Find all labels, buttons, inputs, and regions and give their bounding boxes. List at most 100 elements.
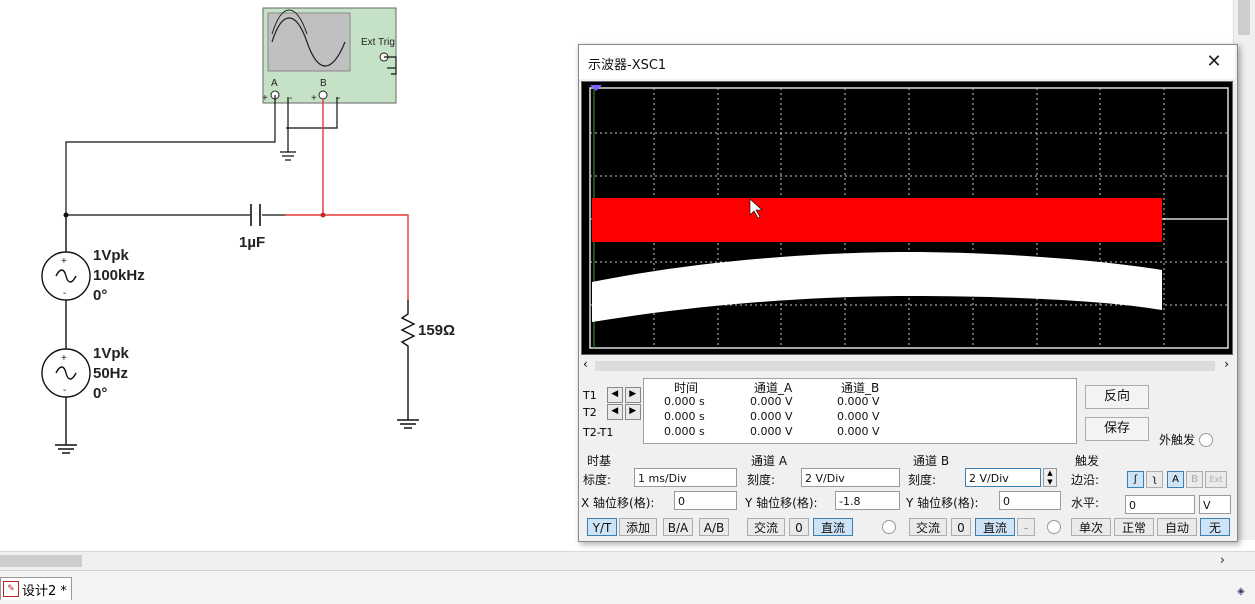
channel-a-ac-button[interactable]: 交流 — [747, 518, 785, 536]
trigger-title: 触发 — [1075, 454, 1100, 468]
channel-a-y-position-field[interactable]: -1.8 — [835, 491, 900, 510]
scope-scroll-thumb[interactable] — [595, 361, 1215, 371]
close-icon[interactable]: ✕ — [1203, 51, 1225, 73]
source1-amplitude: 1Vpk — [93, 247, 130, 264]
channel-b-scale-spinner[interactable]: ▲ ▼ — [1043, 468, 1057, 487]
source2-frequency: 50Hz — [93, 365, 128, 382]
window-title: 示波器-XSC1 — [588, 58, 667, 73]
channel-b-scale-label: 刻度: — [908, 473, 937, 487]
falling-edge-button[interactable]: ʅ — [1146, 471, 1163, 488]
x-position-field[interactable]: 0 — [674, 491, 737, 510]
timebase-scale-label: 标度: — [583, 473, 612, 487]
trigger-source-ext-button[interactable]: Ext — [1205, 471, 1227, 488]
channel-b-indicator-radio[interactable] — [1047, 520, 1061, 534]
design-tab-bar: ✎ 设计2 * ◈ — [0, 570, 1255, 604]
oscilloscope-symbol[interactable]: Ext Trig A B + - + - — [262, 7, 397, 104]
t2-left-arrow-icon[interactable]: ◀ — [606, 404, 623, 420]
t2-t1-channel-a: 0.000 V — [750, 425, 793, 438]
t1-channel-a: 0.000 V — [750, 395, 793, 408]
normal-trigger-button[interactable]: 正常 — [1114, 518, 1154, 536]
scope-graticule — [589, 85, 1229, 349]
scope-display[interactable] — [581, 81, 1233, 355]
channel-b-y-position-label: Y 轴位移(格): — [906, 496, 979, 510]
svg-text:-: - — [63, 385, 66, 396]
trigger-level-field[interactable]: 0 — [1125, 495, 1195, 514]
t2-label: T2 — [583, 405, 597, 419]
ac-source-50hz[interactable] — [41, 348, 91, 454]
svg-text:+: + — [61, 353, 67, 364]
resistor-label: 159Ω — [418, 322, 455, 339]
channel-b-dc-button[interactable]: 直流 — [975, 518, 1015, 536]
reverse-button[interactable]: 反向 — [1085, 385, 1149, 409]
resistor[interactable] — [397, 300, 419, 429]
external-trigger-label: 外触发 — [1159, 433, 1196, 447]
ab-mode-button[interactable]: A/B — [699, 518, 729, 536]
scroll-left-icon[interactable]: ‹ — [583, 357, 588, 371]
canvas-horizontal-scrollbar[interactable]: › — [0, 551, 1255, 570]
x-position-label: X 轴位移(格): — [581, 496, 655, 510]
design-tab[interactable]: ✎ 设计2 * — [0, 577, 72, 600]
external-trigger-radio[interactable] — [1199, 432, 1214, 447]
channel-a-title: 通道 A — [751, 454, 788, 468]
ac-source-100khz[interactable] — [41, 215, 91, 349]
scope-horizontal-scrollbar[interactable]: ‹ › — [581, 357, 1231, 374]
t2-channel-a: 0.000 V — [750, 410, 793, 423]
channel-b-y-position-field[interactable]: 0 — [999, 491, 1061, 510]
channel-a-indicator-radio[interactable] — [882, 520, 896, 534]
channel-b-invert-button[interactable]: - — [1017, 518, 1035, 536]
t2-channel-b: 0.000 V — [837, 410, 880, 423]
external-trigger-option[interactable]: 外触发 — [1159, 431, 1214, 448]
svg-text:-: - — [289, 93, 292, 104]
horizontal-scroll-thumb[interactable] — [0, 555, 82, 567]
auto-trigger-button[interactable]: 自动 — [1157, 518, 1197, 536]
channel-a-trace — [592, 198, 1162, 242]
save-button[interactable]: 保存 — [1085, 417, 1149, 441]
trigger-source-b-button[interactable]: B — [1186, 471, 1203, 488]
rising-edge-button[interactable]: ʃ — [1127, 471, 1144, 488]
trigger-level-label: 水平: — [1071, 496, 1100, 510]
svg-text:+: + — [262, 93, 268, 104]
channel-a-header: 通道_A — [754, 381, 793, 395]
t1-time: 0.000 s — [664, 395, 705, 408]
t2-t1-channel-b: 0.000 V — [837, 425, 880, 438]
oscilloscope-titlebar[interactable]: 示波器-XSC1 ✕ — [579, 45, 1235, 79]
channel-a-zero-button[interactable]: 0 — [789, 518, 809, 536]
oscilloscope-window[interactable]: 示波器-XSC1 ✕ ‹ › T1 ◀ ▶ T2 ◀ ▶ T2-T1 时间 通道… — [578, 44, 1238, 542]
timebase-scale-field[interactable]: 1 ms/Div — [634, 468, 737, 487]
channel-b-zero-button[interactable]: 0 — [951, 518, 971, 536]
source1-frequency: 100kHz — [93, 267, 145, 284]
t1-left-arrow-icon[interactable]: ◀ — [606, 387, 623, 403]
add-mode-button[interactable]: 添加 — [619, 518, 657, 536]
time-header: 时间 — [674, 381, 699, 395]
yt-mode-button[interactable]: Y/T — [587, 518, 617, 536]
channel-a-scale-label: 刻度: — [747, 473, 776, 487]
channel-b-ac-button[interactable]: 交流 — [909, 518, 947, 536]
channel-b-scale-field[interactable]: 2 V/Div — [965, 468, 1041, 487]
t2-t1-time: 0.000 s — [664, 425, 705, 438]
source2-amplitude: 1Vpk — [93, 345, 130, 362]
none-trigger-button[interactable]: 无 — [1200, 518, 1230, 536]
t1-right-arrow-icon[interactable]: ▶ — [624, 387, 641, 403]
source2-phase: 0° — [93, 385, 107, 402]
source1-phase: 0° — [93, 287, 107, 304]
scroll-right-icon[interactable]: › — [1224, 357, 1229, 371]
ext-trig-label: Ext Trig — [361, 37, 395, 48]
vertical-scroll-thumb[interactable] — [1238, 0, 1250, 35]
ba-mode-button[interactable]: B/A — [663, 518, 693, 536]
scroll-right-arrow-icon[interactable]: › — [1220, 553, 1225, 568]
single-trigger-button[interactable]: 单次 — [1071, 518, 1111, 536]
t1-label: T1 — [583, 388, 597, 402]
trigger-level-unit[interactable]: V — [1199, 495, 1231, 514]
capacitor[interactable] — [250, 204, 261, 226]
trigger-source-a-button[interactable]: A — [1167, 471, 1184, 488]
t2-time: 0.000 s — [664, 410, 705, 423]
svg-text:+: + — [311, 93, 317, 104]
corner-status-icon: ◈ — [1237, 586, 1245, 597]
scope-terminal-b-label: B — [320, 78, 327, 89]
channel-b-trace — [592, 252, 1162, 322]
measurement-readout: 时间 通道_A 通道_B 0.000 s 0.000 V 0.000 V 0.0… — [643, 378, 1077, 444]
timebase-title: 时基 — [587, 454, 612, 468]
channel-a-scale-field[interactable]: 2 V/Div — [801, 468, 900, 487]
t2-right-arrow-icon[interactable]: ▶ — [624, 404, 641, 420]
channel-a-dc-button[interactable]: 直流 — [813, 518, 853, 536]
